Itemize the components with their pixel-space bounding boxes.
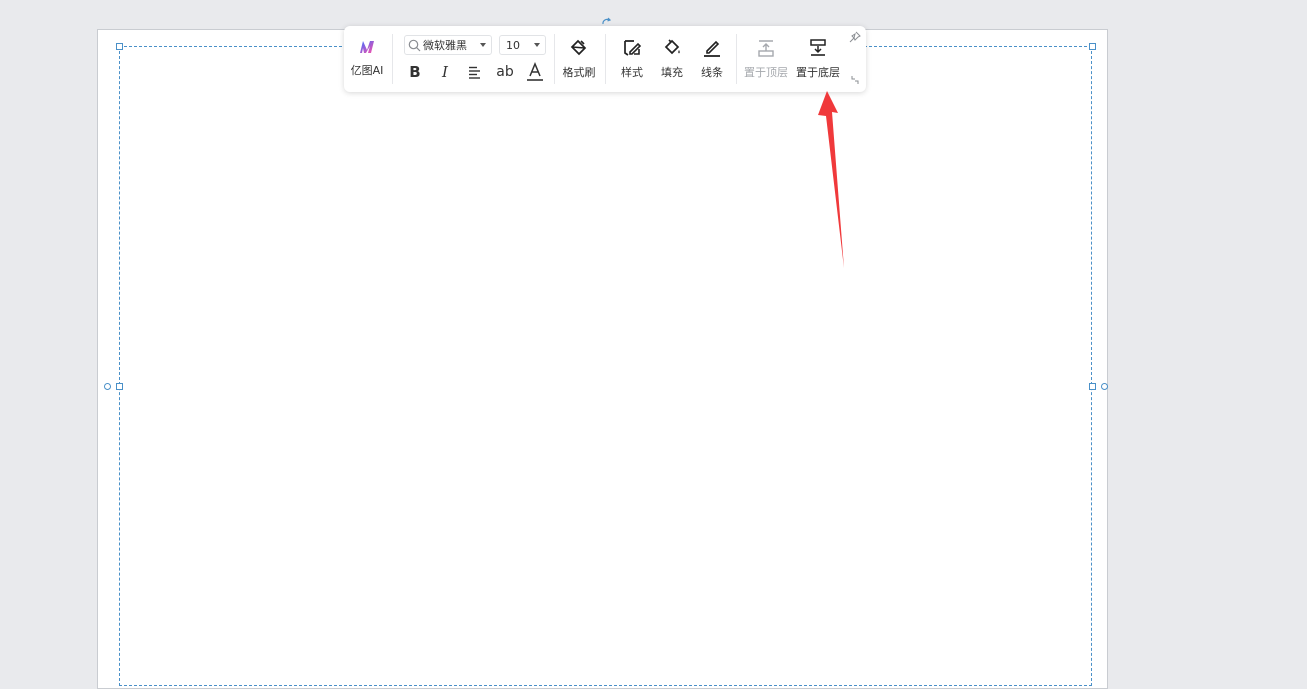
send-to-back-label: 置于底层: [796, 66, 840, 79]
pin-icon[interactable]: [849, 31, 861, 43]
yitu-ai-icon: [360, 41, 374, 53]
format-painter-button[interactable]: 格式刷: [561, 38, 597, 79]
resize-handle-middle-right[interactable]: [1089, 383, 1096, 390]
floating-toolbar: 亿图AI 微软雅黑 10 B I ab 格式刷 样式 填充 线条 置于顶层 置于…: [344, 26, 866, 92]
format-painter-icon: [570, 39, 587, 56]
bring-to-front-button[interactable]: 置于顶层: [743, 38, 789, 79]
italic-label: I: [442, 63, 448, 81]
bold-button[interactable]: B: [406, 62, 424, 82]
text-wrap-button[interactable]: ab: [494, 62, 516, 82]
connection-point-left[interactable]: [104, 383, 111, 390]
fill-label: 填充: [661, 66, 683, 79]
ai-button[interactable]: 亿图AI: [350, 38, 384, 77]
rotate-handle-icon[interactable]: [601, 17, 611, 25]
style-button[interactable]: 样式: [618, 38, 646, 79]
line-label: 线条: [701, 66, 723, 79]
font-color-button[interactable]: [525, 62, 545, 82]
style-icon: [624, 40, 642, 56]
ai-label: 亿图AI: [350, 64, 384, 77]
resize-handle-top-left[interactable]: [116, 43, 123, 50]
font-family-value: 微软雅黑: [423, 39, 467, 52]
font-size-value: 10: [506, 38, 520, 52]
italic-button[interactable]: I: [436, 62, 454, 82]
line-pen-icon: [704, 40, 720, 57]
bring-to-front-label: 置于顶层: [744, 66, 788, 79]
toolbar-divider: [392, 34, 393, 84]
font-family-select[interactable]: 微软雅黑: [404, 35, 492, 55]
resize-handle-top-right[interactable]: [1089, 43, 1096, 50]
selection-box[interactable]: [119, 46, 1092, 686]
font-color-icon: [527, 62, 543, 81]
text-wrap-label: ab: [496, 64, 514, 80]
send-to-back-button[interactable]: 置于底层: [795, 38, 841, 79]
search-icon: [408, 39, 421, 51]
send-to-back-icon: [810, 39, 826, 56]
bring-to-front-icon: [758, 40, 774, 57]
canvas-area[interactable]: 亿图AI 微软雅黑 10 B I ab 格式刷 样式 填充 线条 置于顶层 置于…: [0, 0, 1307, 689]
style-label: 样式: [621, 66, 643, 79]
align-left-icon: [468, 66, 480, 79]
chevron-down-icon: [480, 43, 486, 47]
toolbar-divider: [736, 34, 737, 84]
align-button[interactable]: [465, 62, 483, 82]
connection-point-right[interactable]: [1101, 383, 1108, 390]
line-button[interactable]: 线条: [698, 38, 726, 79]
paint-bucket-icon: [664, 39, 680, 55]
toolbar-divider: [605, 34, 606, 84]
font-size-select[interactable]: 10: [499, 35, 546, 55]
more-options-icon[interactable]: [849, 74, 861, 86]
format-painter-label: 格式刷: [562, 66, 596, 79]
toolbar-divider: [554, 34, 555, 84]
bold-label: B: [409, 63, 421, 81]
resize-handle-middle-left[interactable]: [116, 383, 123, 390]
fill-button[interactable]: 填充: [658, 38, 686, 79]
chevron-down-icon: [534, 43, 540, 47]
